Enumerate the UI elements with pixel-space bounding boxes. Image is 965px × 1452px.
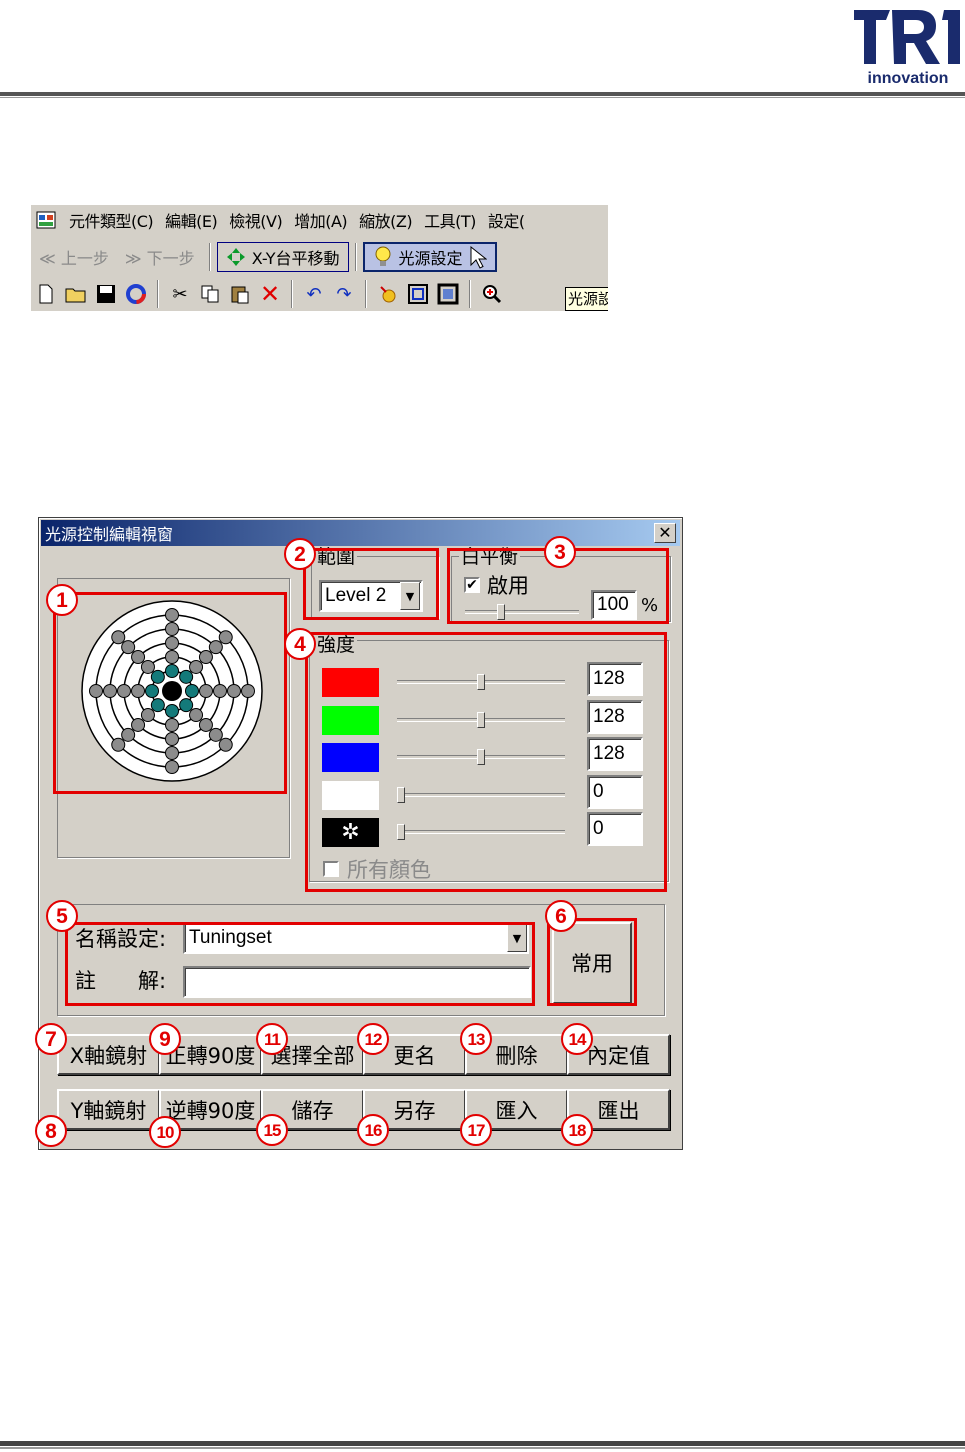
back-button[interactable]: ≪ 上一步 — [31, 245, 117, 269]
x-mirror-label: X軸鏡射 — [69, 1043, 148, 1068]
annotation-badge-11: 11 — [256, 1023, 288, 1055]
cut-icon[interactable]: ✂ — [165, 279, 195, 309]
annotation-badge-13: 13 — [460, 1023, 492, 1055]
light-control-dialog: 光源控制編輯視窗 ✕ 範圍 Level 2 ▼ 白平衡 ✔ 啟用 100 % 強… — [35, 517, 683, 1150]
annotation-badge-14: 14 — [561, 1023, 593, 1055]
menu-view[interactable]: 檢視(V) — [223, 208, 288, 232]
logo-subtitle: innovation — [867, 70, 949, 87]
close-icon: ✕ — [658, 523, 672, 542]
toolbar-screenshot: 元件類型(C) 編輯(E) 檢視(V) 增加(A) 縮放(Z) 工具(T) 設定… — [31, 205, 608, 311]
toolbar-separator — [291, 280, 293, 308]
tri-logo: innovation — [848, 2, 964, 92]
redo-icon[interactable]: ↷ — [329, 279, 359, 309]
tooltip: 光源設 — [565, 287, 608, 311]
rotate-ccw-90-label: 逆轉90度 — [165, 1098, 256, 1123]
select-tool-icon[interactable] — [373, 279, 403, 309]
toolbar-row-1: ≪ 上一步 ≫ 下一步 X-Y台平移動 光源設定 — [31, 239, 608, 275]
lightbulb-icon — [375, 246, 391, 266]
menu-edit[interactable]: 編輯(E) — [159, 208, 223, 232]
annotation-badge-5: 5 — [46, 900, 78, 932]
close-button[interactable]: ✕ — [654, 523, 676, 543]
toolbar-separator — [365, 280, 367, 308]
export-label: 匯出 — [597, 1098, 640, 1123]
zoom-in-icon[interactable] — [477, 279, 507, 309]
dialog-titlebar: 光源控制編輯視窗 ✕ — [41, 520, 680, 546]
save-icon[interactable] — [91, 279, 121, 309]
annotation-badge-10: 10 — [149, 1116, 181, 1148]
move-arrows-icon — [226, 248, 245, 266]
menu-zoom[interactable]: 縮放(Z) — [353, 208, 418, 232]
delete-icon[interactable]: ✕ — [255, 279, 285, 309]
light-setting-button[interactable]: 光源設定 — [362, 242, 497, 272]
menu-add[interactable]: 增加(A) — [288, 208, 353, 232]
undo-icon[interactable]: ↶ — [299, 279, 329, 309]
forward-button[interactable]: ≫ 下一步 — [117, 245, 203, 269]
header-rule-thin — [0, 97, 965, 98]
paste-icon[interactable] — [225, 279, 255, 309]
annotation-badge-12: 12 — [357, 1023, 389, 1055]
save-label: 儲存 — [291, 1098, 334, 1123]
open-folder-icon[interactable] — [61, 279, 91, 309]
toolbar-separator — [208, 243, 211, 271]
annotation-badge-7: 7 — [35, 1023, 67, 1055]
annotation-badge-8: 8 — [35, 1115, 67, 1147]
fit-all-icon[interactable] — [433, 279, 463, 309]
annotation-badge-1: 1 — [46, 584, 78, 616]
light-setting-label: 光源設定 — [398, 249, 463, 268]
default-label: 內定值 — [587, 1043, 650, 1068]
toolbar-separator — [157, 280, 159, 308]
annotation-badge-15: 15 — [256, 1114, 288, 1146]
y-mirror-label: Y軸鏡射 — [70, 1098, 147, 1123]
annotation-badge-16: 16 — [357, 1114, 389, 1146]
annotation-box-2 — [303, 548, 439, 620]
mouse-cursor-icon — [470, 245, 487, 269]
menu-settings[interactable]: 設定( — [482, 208, 531, 232]
annotation-badge-17: 17 — [460, 1114, 492, 1146]
annotation-badge-3: 3 — [544, 536, 576, 568]
header-rule — [0, 92, 965, 96]
rename-label: 更名 — [393, 1043, 436, 1068]
new-file-icon[interactable] — [31, 279, 61, 309]
tri-logo-mark — [854, 10, 960, 64]
xy-move-button[interactable]: X-Y台平移動 — [216, 242, 349, 272]
app-icon — [36, 211, 56, 229]
copy-icon[interactable] — [195, 279, 225, 309]
annotation-box-4 — [305, 632, 667, 892]
refresh-icon[interactable] — [121, 279, 151, 309]
save-as-label: 另存 — [393, 1098, 436, 1123]
menu-component-type[interactable]: 元件類型(C) — [63, 208, 159, 232]
footer-rule-thin — [0, 1447, 965, 1449]
menu-bar: 元件類型(C) 編輯(E) 檢視(V) 增加(A) 縮放(Z) 工具(T) 設定… — [31, 205, 608, 235]
annotation-box-5 — [65, 922, 535, 1006]
xy-move-label: X-Y台平移動 — [251, 249, 340, 268]
menu-tools[interactable]: 工具(T) — [418, 208, 482, 232]
toolbar-separator — [469, 280, 471, 308]
delete-label: 刪除 — [495, 1043, 538, 1068]
x-mirror-button[interactable]: X軸鏡射 — [57, 1034, 160, 1075]
dialog-title: 光源控制編輯視窗 — [45, 525, 174, 544]
annotation-badge-4: 4 — [284, 628, 316, 660]
annotation-badge-2: 2 — [284, 538, 316, 570]
annotation-badge-18: 18 — [561, 1114, 593, 1146]
y-mirror-button[interactable]: Y軸鏡射 — [57, 1089, 160, 1130]
annotation-box-1 — [53, 592, 287, 794]
annotation-badge-9: 9 — [149, 1023, 181, 1055]
annotation-badge-6: 6 — [545, 900, 577, 932]
import-label: 匯入 — [495, 1098, 538, 1123]
toolbar-separator — [354, 243, 357, 271]
toolbar-row-2: ✂ ✕ ↶ ↷ — [31, 276, 608, 311]
footer-rule — [0, 1441, 965, 1446]
fit-frame-icon[interactable] — [403, 279, 433, 309]
